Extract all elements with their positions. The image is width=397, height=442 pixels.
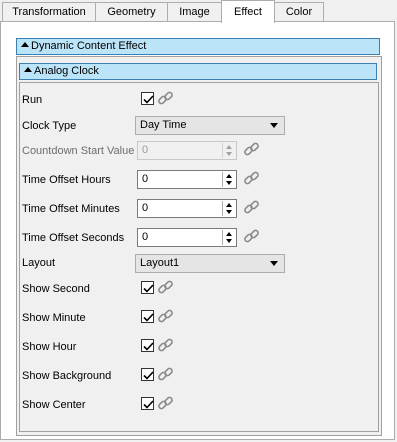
checkmark-icon xyxy=(143,342,154,351)
show-hour-label: Show Hour xyxy=(22,341,77,353)
offset-hours-spinbox[interactable]: 0 xyxy=(137,170,237,189)
show-minute-label: Show Minute xyxy=(22,312,86,324)
clock-type-value: Day Time xyxy=(140,119,187,131)
show-hour-checkbox[interactable] xyxy=(141,339,154,352)
show-second-checkbox[interactable] xyxy=(141,281,154,294)
spin-up-icon xyxy=(226,232,232,236)
layout-label: Layout xyxy=(22,257,56,269)
checkmark-icon xyxy=(143,284,154,293)
spin-down-icon xyxy=(226,239,232,243)
offset-minutes-value: 0 xyxy=(142,202,149,214)
spin-down-icon xyxy=(226,181,232,185)
spin-up-icon xyxy=(226,174,232,178)
checkmark-icon xyxy=(143,400,154,409)
chain-link-icon[interactable] xyxy=(243,141,260,158)
section-analog-clock[interactable]: Analog Clock xyxy=(19,63,377,80)
spin-buttons[interactable] xyxy=(222,172,235,187)
spin-buttons[interactable] xyxy=(222,143,235,158)
offset-seconds-value: 0 xyxy=(142,231,149,243)
show-minute-checkbox[interactable] xyxy=(141,310,154,323)
show-second-label: Show Second xyxy=(22,283,90,295)
show-center-checkbox[interactable] xyxy=(141,397,154,410)
offset-minutes-spinbox[interactable]: 0 xyxy=(137,199,237,218)
tab-color[interactable]: Color xyxy=(274,2,324,22)
checkmark-icon xyxy=(143,371,154,380)
offset-minutes-label: Time Offset Minutes xyxy=(22,203,120,215)
offset-hours-label: Time Offset Hours xyxy=(22,174,111,186)
chevron-down-icon xyxy=(270,261,278,266)
layout-dropdown[interactable]: Layout1 xyxy=(135,254,285,273)
countdown-start-label: Countdown Start Value xyxy=(22,145,135,157)
run-label: Run xyxy=(22,94,43,106)
spin-up-icon xyxy=(226,203,232,207)
tab-effect[interactable]: Effect xyxy=(221,0,275,23)
chevron-down-icon xyxy=(270,123,278,128)
offset-seconds-label: Time Offset Seconds xyxy=(22,232,125,244)
chain-link-icon[interactable] xyxy=(157,337,174,354)
tab-geometry[interactable]: Geometry xyxy=(95,2,168,22)
chain-link-icon[interactable] xyxy=(157,366,174,383)
spin-buttons[interactable] xyxy=(222,201,235,216)
offset-hours-value: 0 xyxy=(142,173,149,185)
chain-link-icon[interactable] xyxy=(157,279,174,296)
tab-transformation[interactable]: Transformation xyxy=(2,2,96,22)
spin-buttons[interactable] xyxy=(222,230,235,245)
chain-link-icon[interactable] xyxy=(157,90,174,107)
tab-bar: Transformation Geometry Image Effect Col… xyxy=(0,0,397,23)
spin-down-icon xyxy=(226,210,232,214)
show-background-checkbox[interactable] xyxy=(141,368,154,381)
section-title: Analog Clock xyxy=(34,65,99,77)
clock-type-dropdown[interactable]: Day Time xyxy=(135,116,285,135)
countdown-start-spinbox[interactable]: 0 xyxy=(137,141,237,160)
checkmark-icon xyxy=(143,313,154,322)
checkmark-icon xyxy=(143,95,154,104)
chain-link-icon[interactable] xyxy=(243,199,260,216)
section-title: Dynamic Content Effect xyxy=(31,40,147,52)
tab-image[interactable]: Image xyxy=(167,2,222,22)
show-center-label: Show Center xyxy=(22,399,86,411)
run-checkbox[interactable] xyxy=(141,92,154,105)
spin-up-icon xyxy=(226,145,232,149)
clock-type-label: Clock Type xyxy=(22,120,77,132)
section-dynamic-content-effect[interactable]: Dynamic Content Effect xyxy=(16,38,380,55)
offset-seconds-spinbox[interactable]: 0 xyxy=(137,228,237,247)
chain-link-icon[interactable] xyxy=(157,308,174,325)
collapse-triangle-icon xyxy=(21,42,29,47)
chain-link-icon[interactable] xyxy=(157,395,174,412)
collapse-triangle-icon xyxy=(24,67,32,72)
chain-link-icon[interactable] xyxy=(243,228,260,245)
countdown-start-value: 0 xyxy=(142,144,149,156)
spin-down-icon xyxy=(226,152,232,156)
layout-value: Layout1 xyxy=(140,257,180,269)
chain-link-icon[interactable] xyxy=(243,170,260,187)
show-background-label: Show Background xyxy=(22,370,112,382)
